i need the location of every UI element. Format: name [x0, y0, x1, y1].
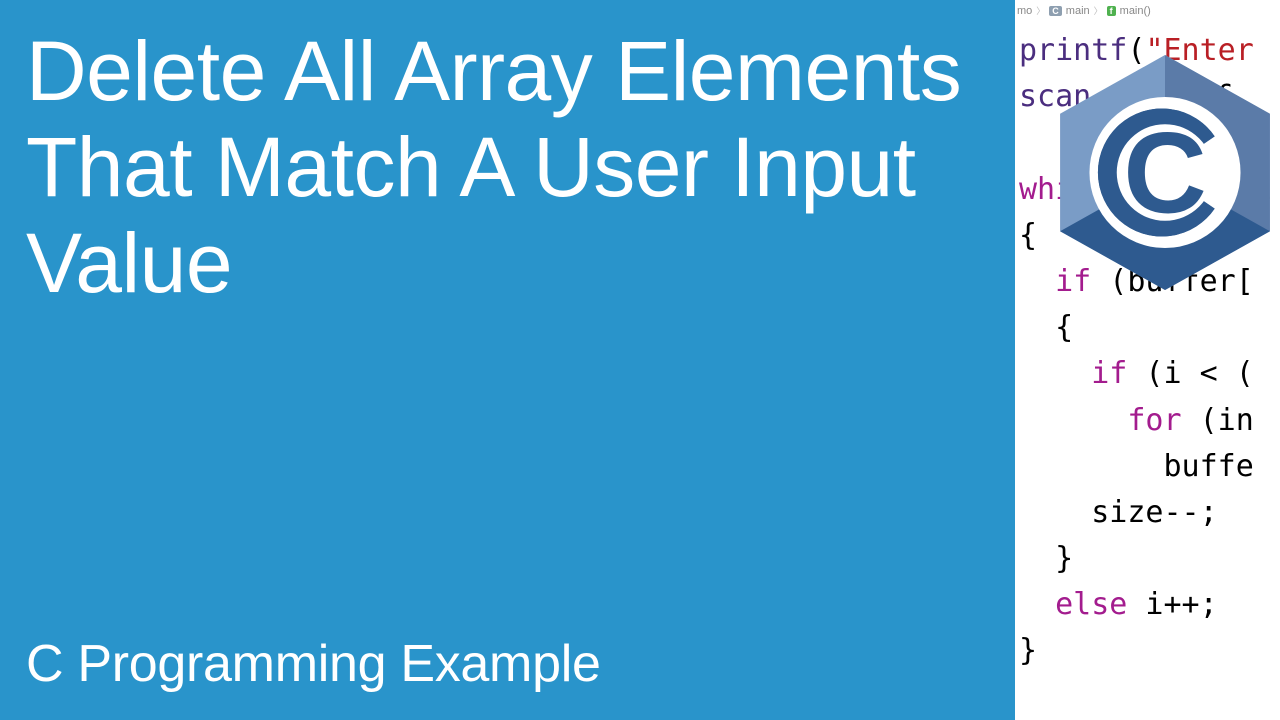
code-token-keyword: if — [1019, 264, 1091, 299]
code-token: , & — [1182, 79, 1236, 114]
code-token: (i < ( — [1127, 356, 1253, 391]
code-token-keyword: else — [1019, 587, 1127, 622]
code-token: si — [1109, 172, 1272, 207]
chevron-right-icon: 〉 — [1094, 4, 1103, 17]
code-panel: mo 〉 C main 〉 f main() printf("Enter sca… — [1015, 0, 1280, 720]
spacer — [26, 311, 989, 634]
code-token-keyword: for — [1019, 403, 1182, 438]
main-title: Delete All Array Elements That Match A U… — [26, 24, 989, 311]
breadcrumb-item: mo — [1017, 5, 1032, 17]
code-token-fn: scan — [1019, 79, 1091, 114]
code-token: ( — [1127, 33, 1145, 68]
code-token-fn: printf — [1019, 33, 1127, 68]
code-token-keyword: while — [1019, 172, 1109, 207]
chevron-right-icon: 〉 — [1036, 4, 1045, 17]
code-token-keyword: if — [1019, 356, 1127, 391]
code-token: size--; — [1019, 495, 1218, 530]
thumbnail-canvas: Delete All Array Elements That Match A U… — [0, 0, 1280, 720]
code-token: buffe — [1019, 449, 1254, 484]
breadcrumbs: mo 〉 C main 〉 f main() — [1015, 4, 1151, 17]
code-token-string: d" — [1091, 79, 1181, 114]
code-editor: printf("Enter scan d", & while si { if (… — [1019, 28, 1280, 675]
code-token: (in — [1182, 403, 1254, 438]
code-token: { — [1019, 310, 1073, 345]
code-token: (buffer[ — [1091, 264, 1254, 299]
function-icon: f — [1107, 6, 1116, 16]
code-token-string: "Enter — [1145, 33, 1253, 68]
c-file-icon: C — [1049, 6, 1062, 16]
breadcrumb-item: main — [1066, 5, 1090, 17]
subtitle: C Programming Example — [26, 634, 989, 694]
breadcrumb-item: main() — [1120, 5, 1151, 17]
code-token: { — [1019, 218, 1037, 253]
title-panel: Delete All Array Elements That Match A U… — [0, 0, 1015, 720]
code-token: } — [1019, 633, 1037, 668]
code-token: i++; — [1127, 587, 1217, 622]
code-token: } — [1019, 541, 1073, 576]
